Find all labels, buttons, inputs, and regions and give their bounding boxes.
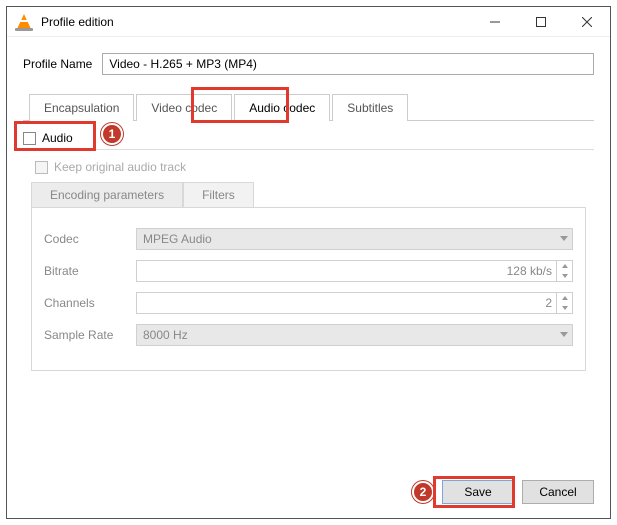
vlc-cone-icon bbox=[15, 13, 33, 31]
codec-value: MPEG Audio bbox=[143, 232, 212, 246]
audio-checkbox-row[interactable]: Audio bbox=[23, 131, 594, 145]
spinner-down-icon[interactable] bbox=[557, 303, 572, 313]
chevron-down-icon bbox=[560, 332, 568, 337]
channels-value: 2 bbox=[545, 296, 552, 310]
titlebar: Profile edition bbox=[7, 7, 610, 37]
save-button[interactable]: Save bbox=[442, 480, 514, 504]
keep-original-row: Keep original audio track bbox=[35, 160, 594, 174]
profile-edition-window: Profile edition Profile Name Encapsulati… bbox=[6, 6, 611, 519]
profile-name-row: Profile Name bbox=[23, 53, 594, 75]
profile-name-label: Profile Name bbox=[23, 57, 92, 71]
codec-label: Codec bbox=[44, 232, 126, 246]
channels-row: Channels 2 bbox=[44, 292, 573, 314]
tab-encapsulation[interactable]: Encapsulation bbox=[29, 94, 134, 121]
annotation-callout-2: 2 bbox=[412, 481, 434, 503]
keep-original-label: Keep original audio track bbox=[54, 160, 186, 174]
sample-rate-row: Sample Rate 8000 Hz bbox=[44, 324, 573, 346]
spinner-up-icon[interactable] bbox=[557, 293, 572, 303]
maximize-button[interactable] bbox=[518, 7, 564, 37]
tab-subtitles[interactable]: Subtitles bbox=[332, 94, 408, 121]
bitrate-value: 128 kb/s bbox=[507, 264, 552, 278]
tab-audio-codec[interactable]: Audio codec bbox=[234, 94, 330, 121]
dialog-footer: 2 Save Cancel bbox=[7, 470, 610, 518]
bitrate-label: Bitrate bbox=[44, 264, 126, 278]
encoding-parameters-panel: Codec MPEG Audio Bitrate 128 kb/s bbox=[31, 207, 586, 371]
audio-codec-panel: Audio 1 Keep original audio track Encodi… bbox=[23, 121, 594, 464]
spinner-buttons[interactable] bbox=[556, 293, 572, 313]
sub-tabs: Encoding parameters Filters bbox=[31, 182, 586, 207]
profile-name-input[interactable] bbox=[102, 53, 594, 75]
chevron-down-icon bbox=[560, 236, 568, 241]
keep-original-checkbox bbox=[35, 161, 48, 174]
spinner-up-icon[interactable] bbox=[557, 261, 572, 271]
audio-checkbox[interactable] bbox=[23, 132, 36, 145]
minimize-button[interactable] bbox=[472, 7, 518, 37]
close-button[interactable] bbox=[564, 7, 610, 37]
main-tabs: Encapsulation Video codec Audio codec Su… bbox=[23, 93, 594, 121]
cancel-button[interactable]: Cancel bbox=[522, 480, 594, 504]
audio-checkbox-label: Audio bbox=[42, 131, 73, 145]
sample-rate-value: 8000 Hz bbox=[143, 328, 188, 342]
sample-rate-label: Sample Rate bbox=[44, 328, 126, 342]
tab-video-codec[interactable]: Video codec bbox=[136, 94, 232, 121]
spinner-down-icon[interactable] bbox=[557, 271, 572, 281]
window-title: Profile edition bbox=[41, 15, 114, 29]
channels-spinner[interactable]: 2 bbox=[136, 292, 573, 314]
codec-row: Codec MPEG Audio bbox=[44, 228, 573, 250]
subtab-encoding-parameters[interactable]: Encoding parameters bbox=[31, 182, 183, 207]
window-controls bbox=[472, 7, 610, 37]
codec-select[interactable]: MPEG Audio bbox=[136, 228, 573, 250]
spinner-buttons[interactable] bbox=[556, 261, 572, 281]
bitrate-spinner[interactable]: 128 kb/s bbox=[136, 260, 573, 282]
bitrate-row: Bitrate 128 kb/s bbox=[44, 260, 573, 282]
subtab-filters[interactable]: Filters bbox=[183, 182, 254, 207]
divider bbox=[23, 149, 594, 150]
channels-label: Channels bbox=[44, 296, 126, 310]
sample-rate-select[interactable]: 8000 Hz bbox=[136, 324, 573, 346]
